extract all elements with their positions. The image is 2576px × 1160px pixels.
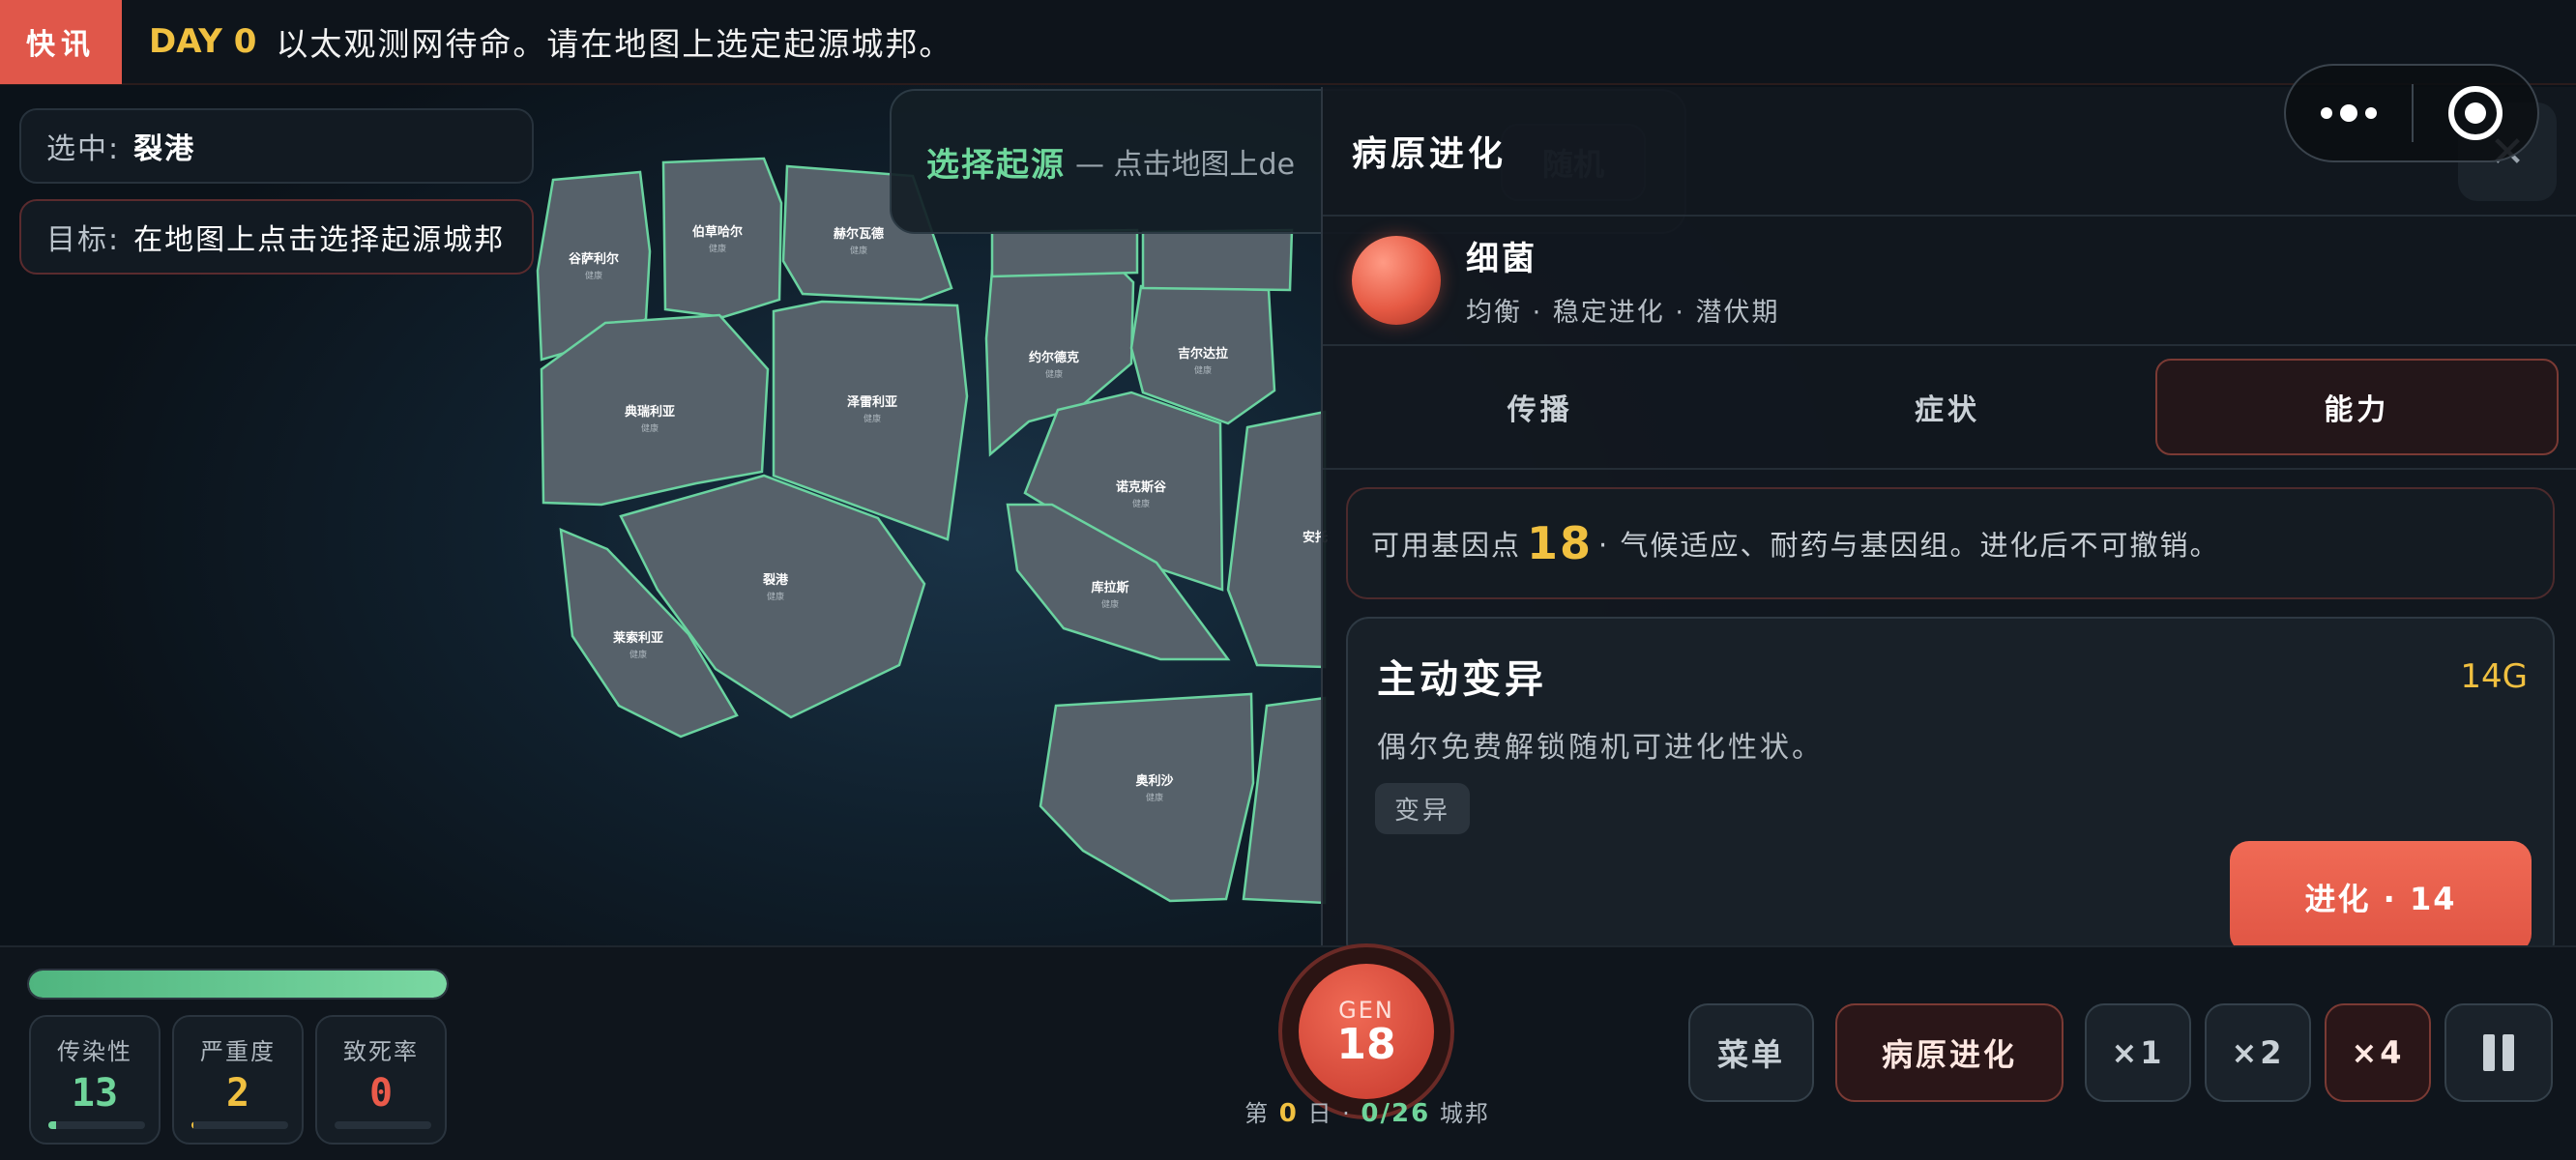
stat-value: 13 xyxy=(71,1071,119,1116)
stat-lethality: 致死率 0 xyxy=(315,1015,447,1145)
stat-severity: 严重度 2 xyxy=(172,1015,304,1145)
system-capsule xyxy=(2284,64,2539,162)
pathogen-name: 细菌 xyxy=(1466,240,1537,278)
news-text: 以太观测网待命。请在地图上选定起源城邦。 xyxy=(276,25,953,63)
objective-value: 在地图上点击选择起源城邦 xyxy=(133,223,506,257)
objective-box: 目标: 在地图上点击选择起源城邦 xyxy=(19,199,534,275)
city-count: 0/26 xyxy=(1361,1099,1431,1128)
speed-x2-button[interactable]: ×2 xyxy=(2205,1003,2311,1102)
stat-infectivity: 传染性 13 xyxy=(29,1015,161,1145)
selected-value: 裂港 xyxy=(133,132,196,166)
gene-points: 18 xyxy=(1527,517,1594,569)
stat-label: 传染性 xyxy=(57,1038,132,1065)
pathogen-info: 细菌 均衡 · 稳定进化 · 潜伏期 xyxy=(1323,217,2576,346)
region-status: 健康 xyxy=(1146,792,1163,803)
speed-x1-button[interactable]: ×1 xyxy=(2085,1003,2191,1102)
trait-cost: 14G xyxy=(2460,657,2528,696)
day-mid: 日 · xyxy=(1307,1100,1352,1127)
region-aolisha[interactable]: 奥利沙 健康 xyxy=(1039,692,1255,903)
region-partial-north-a[interactable] xyxy=(990,228,1139,278)
selected-city-box: 选中: 裂港 xyxy=(19,108,534,184)
region-status: 健康 xyxy=(850,245,867,256)
pathogen-panel: 病原进化 ✕ 细菌 均衡 · 稳定进化 · 潜伏期 传播 症状 能力 可用基因点… xyxy=(1321,87,2576,947)
region-label: 赫尔瓦德 xyxy=(834,226,884,242)
world-health-fill xyxy=(29,971,447,998)
more-dots-icon[interactable] xyxy=(2286,104,2412,122)
region-label: 诺克斯谷 xyxy=(1116,479,1167,495)
region-status: 健康 xyxy=(864,413,881,424)
panel-tabs: 传播 症状 能力 xyxy=(1323,346,2576,470)
region-label: 谷萨利尔 xyxy=(569,251,619,267)
region-label: 奥利沙 xyxy=(1135,773,1173,789)
region-status: 健康 xyxy=(1194,364,1212,376)
pause-icon[interactable] xyxy=(2444,1003,2553,1102)
pathogen-desc: 均衡 · 稳定进化 · 潜伏期 xyxy=(1466,298,1780,328)
region-label: 莱索利亚 xyxy=(613,630,663,646)
trait-tag: 变异 xyxy=(1375,783,1471,834)
stat-bar xyxy=(335,1121,431,1129)
origin-title: 选择起源 xyxy=(926,145,1066,185)
menu-button[interactable]: 菜单 xyxy=(1688,1003,1814,1102)
region-partial-north-b[interactable] xyxy=(1141,228,1294,292)
gene-points-bar: 可用基因点 18 · 气候适应、耐药与基因组。进化后不可撤销。 xyxy=(1346,487,2555,599)
trait-title: 主动变异 xyxy=(1377,657,1547,702)
region-label: 泽雷利亚 xyxy=(847,394,897,410)
day-counter: 第 0 日 · 0/26 城邦 xyxy=(1160,1094,1574,1128)
region-status: 健康 xyxy=(767,591,784,602)
trait-card: 主动变异 14G 偶尔免费解锁随机可进化性状。 变异 进化 · 14 xyxy=(1346,617,2555,947)
world-health-bar xyxy=(27,969,449,1000)
region-label: 约尔德克 xyxy=(1029,350,1079,365)
gen-value: 18 xyxy=(1336,1020,1396,1069)
tab-symptoms[interactable]: 症状 xyxy=(1747,359,2147,455)
selected-label: 选中: xyxy=(46,132,121,166)
day-number: 0 xyxy=(1278,1099,1299,1128)
stat-value: 2 xyxy=(225,1071,250,1116)
tab-transmission[interactable]: 传播 xyxy=(1340,359,1740,455)
region-partial-south[interactable] xyxy=(1242,696,1327,905)
region-antuo[interactable]: 安托 xyxy=(1226,410,1328,669)
region-status: 健康 xyxy=(585,270,602,281)
objective-label: 目标: xyxy=(46,223,121,257)
game-screen: 谷萨利尔 健康 伯草哈尔 健康 赫尔瓦德 健康 典瑞利亚 健康 泽雷利亚 健康 … xyxy=(0,0,2576,1160)
stat-value: 0 xyxy=(368,1071,394,1116)
trait-desc: 偶尔免费解锁随机可进化性状。 xyxy=(1377,731,1824,765)
news-tag: 快讯 xyxy=(0,0,122,84)
region-status: 健康 xyxy=(1101,598,1119,610)
region-status: 健康 xyxy=(1132,498,1150,509)
news-bar: 快讯 DAY 0 以太观测网待命。请在地图上选定起源城邦。 xyxy=(0,0,2576,85)
stat-bar xyxy=(191,1121,288,1129)
region-label: 库拉斯 xyxy=(1091,580,1128,595)
region-label: 伯草哈尔 xyxy=(692,224,743,240)
region-status: 健康 xyxy=(629,649,647,660)
region-label: 吉尔达拉 xyxy=(1178,346,1228,362)
day-suffix: 城邦 xyxy=(1439,1100,1490,1127)
panel-title: 病原进化 xyxy=(1352,134,1508,174)
pathogen-evolve-button[interactable]: 病原进化 xyxy=(1835,1003,2064,1102)
pathogen-orb-icon xyxy=(1352,236,1441,325)
region-status: 健康 xyxy=(641,422,659,434)
region-label: 典瑞利亚 xyxy=(625,404,675,420)
stat-bar xyxy=(48,1121,145,1129)
day-prefix: 第 xyxy=(1244,1100,1271,1127)
gene-prefix: 可用基因点 xyxy=(1371,529,1522,562)
speed-x4-button[interactable]: ×4 xyxy=(2325,1003,2431,1102)
gene-suffix: · 气候适应、耐药与基因组。进化后不可撤销。 xyxy=(1598,529,2220,562)
news-day: DAY 0 xyxy=(149,22,257,61)
region-dianruiliya[interactable]: 典瑞利亚 健康 xyxy=(540,313,770,507)
stat-label: 致死率 xyxy=(343,1038,419,1065)
origin-subtitle: — 点击地图上de xyxy=(1075,148,1296,182)
region-status: 健康 xyxy=(709,243,726,254)
target-icon[interactable] xyxy=(2414,86,2537,140)
region-bocaohaer[interactable]: 伯草哈尔 健康 xyxy=(661,157,783,319)
region-status: 健康 xyxy=(1045,368,1063,380)
evolve-trait-button[interactable]: 进化 · 14 xyxy=(2230,841,2532,947)
region-label: 裂港 xyxy=(762,572,789,588)
tab-abilities[interactable]: 能力 xyxy=(2154,359,2559,455)
stat-label: 严重度 xyxy=(200,1038,276,1065)
gen-button[interactable]: GEN 18 xyxy=(1278,943,1454,1119)
